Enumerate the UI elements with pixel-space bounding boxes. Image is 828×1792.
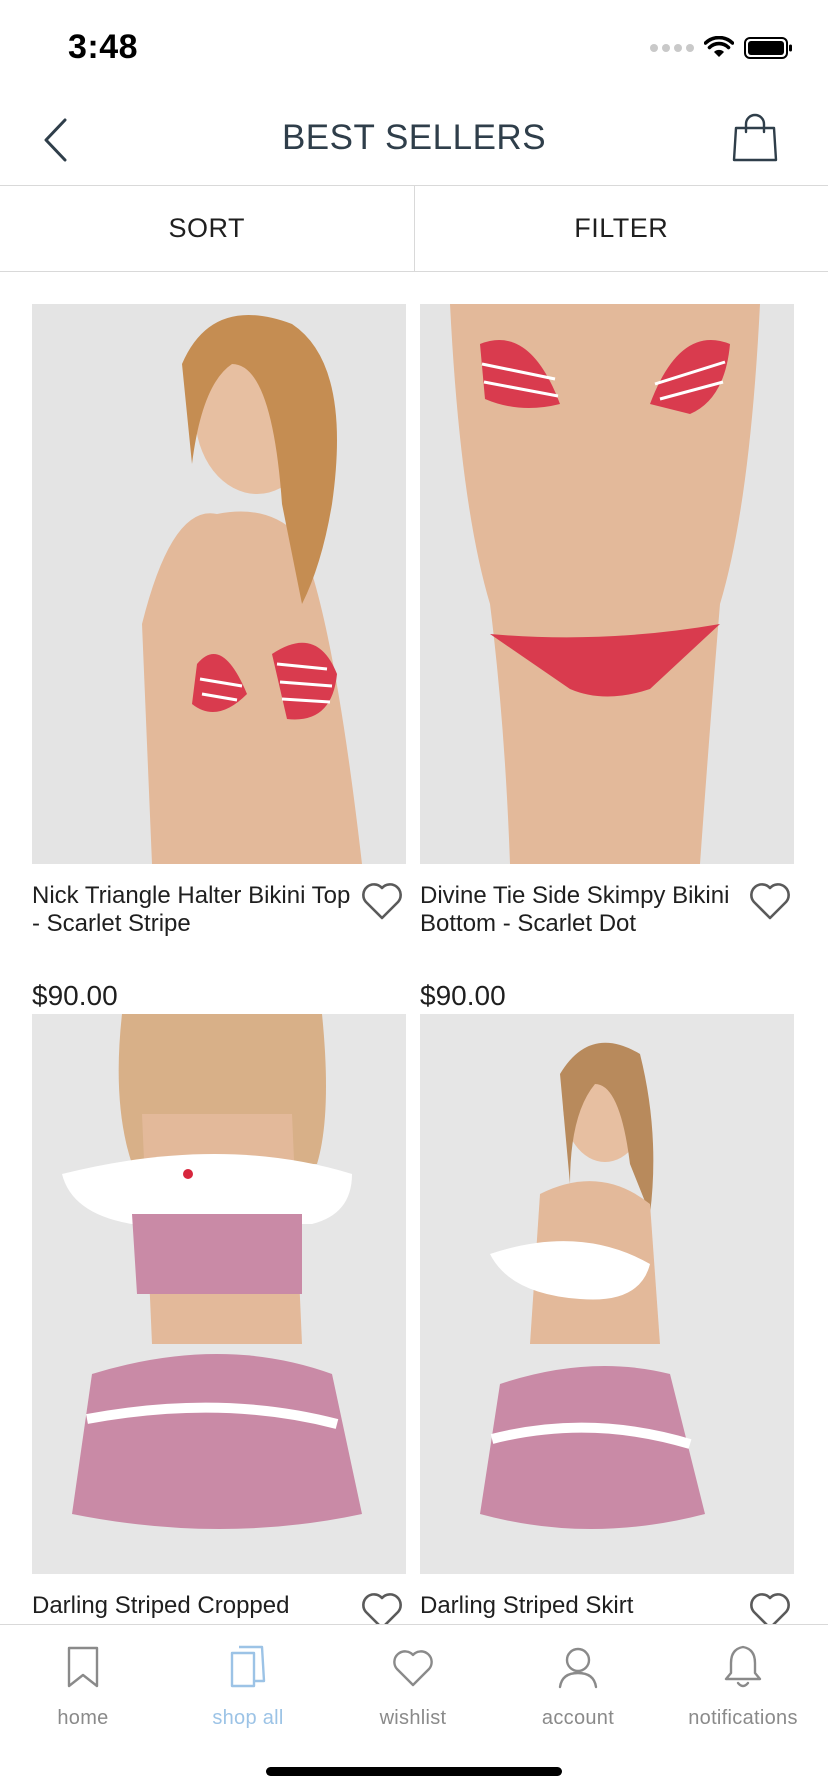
heart-icon xyxy=(393,1650,433,1687)
shopping-bag-icon xyxy=(230,1645,266,1688)
product-image[interactable] xyxy=(420,1014,794,1574)
cart-button[interactable] xyxy=(730,112,780,164)
product-card[interactable]: Darling Striped Cropped xyxy=(32,1014,406,1624)
model-photo xyxy=(32,1014,406,1574)
heart-icon[interactable] xyxy=(748,880,792,922)
page-title: BEST SELLERS xyxy=(281,118,547,157)
model-photo xyxy=(420,1014,794,1574)
home-indicator[interactable] xyxy=(266,1767,562,1776)
model-photo xyxy=(32,304,406,864)
wifi-icon xyxy=(704,36,734,57)
tab-account[interactable]: account xyxy=(495,1643,661,1730)
tab-label: shop all xyxy=(212,1707,284,1729)
nav-header: BEST SELLERS xyxy=(0,96,828,186)
product-name[interactable]: Divine Tie Side Skimpy Bikini Bottom - S… xyxy=(420,882,740,938)
product-card[interactable]: Nick Triangle Halter Bikini Top - Scarle… xyxy=(32,304,406,1011)
tab-notifications[interactable]: notifications xyxy=(660,1643,826,1730)
sort-filter-bar: SORT FILTER xyxy=(0,186,828,272)
model-photo xyxy=(420,304,794,864)
heart-icon[interactable] xyxy=(360,880,404,922)
sort-button[interactable]: SORT xyxy=(0,186,414,271)
heart-icon[interactable] xyxy=(360,1590,404,1624)
shopping-bag-icon xyxy=(732,113,778,162)
product-card[interactable]: Divine Tie Side Skimpy Bikini Bottom - S… xyxy=(420,304,794,1011)
battery-icon xyxy=(744,37,792,59)
status-bar: 3:48 xyxy=(0,0,828,96)
product-price: $90.00 xyxy=(420,980,506,1011)
product-image[interactable] xyxy=(32,1014,406,1574)
tab-wishlist[interactable]: wishlist xyxy=(330,1643,496,1730)
tab-label: wishlist xyxy=(379,1707,447,1729)
product-card[interactable]: Darling Striped Skirt xyxy=(420,1014,794,1624)
product-price: $90.00 xyxy=(32,980,118,1011)
product-name[interactable]: Darling Striped Cropped xyxy=(32,1592,352,1620)
tab-label: home xyxy=(57,1707,109,1729)
product-name[interactable]: Darling Striped Skirt xyxy=(420,1592,740,1620)
product-name[interactable]: Nick Triangle Halter Bikini Top - Scarle… xyxy=(32,882,352,938)
bell-icon xyxy=(724,1645,762,1688)
product-image[interactable] xyxy=(420,304,794,864)
tab-shop-all[interactable]: shop all xyxy=(165,1643,331,1730)
status-time: 3:48 xyxy=(68,28,139,66)
bookmark-icon xyxy=(67,1646,99,1688)
tab-label: account xyxy=(541,1707,615,1729)
heart-icon[interactable] xyxy=(748,1590,792,1624)
product-grid: Nick Triangle Halter Bikini Top - Scarle… xyxy=(0,272,828,1624)
filter-button[interactable]: FILTER xyxy=(413,186,828,271)
tab-home[interactable]: home xyxy=(0,1643,166,1730)
cellular-signal-icon xyxy=(650,44,694,52)
tab-label: notifications xyxy=(688,1707,798,1729)
product-image[interactable] xyxy=(32,304,406,864)
status-icons xyxy=(650,36,794,60)
person-icon xyxy=(558,1647,598,1689)
